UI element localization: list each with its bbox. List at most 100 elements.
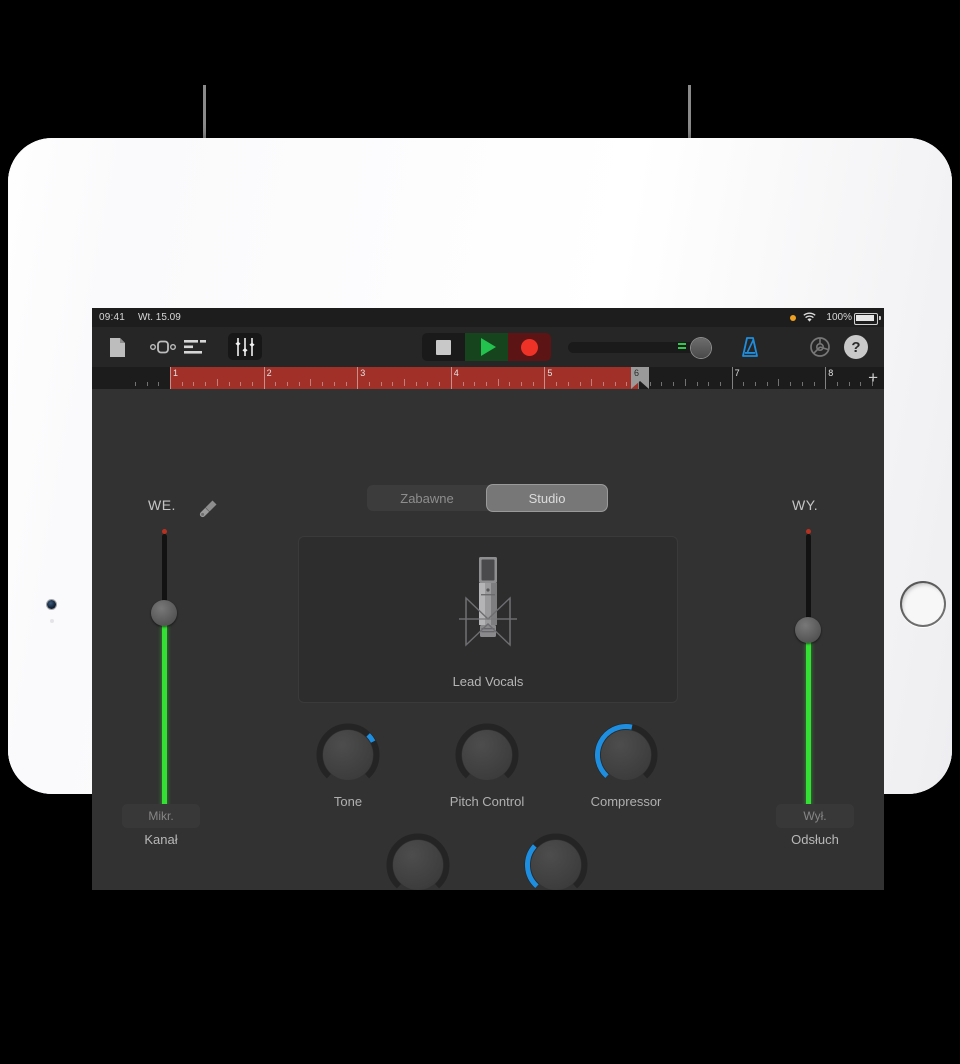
- home-button[interactable]: [900, 581, 946, 627]
- ruler-tick: [485, 382, 487, 386]
- input-caption: Kanał: [144, 832, 178, 847]
- front-camera: [47, 600, 56, 609]
- tab-studio[interactable]: Studio: [487, 485, 607, 511]
- battery-full-icon: [854, 313, 878, 325]
- ruler-bar-line: [731, 367, 733, 389]
- ruler-tick: [462, 382, 464, 386]
- add-track-button[interactable]: +: [868, 369, 878, 387]
- output-label: WY.: [792, 497, 819, 513]
- ruler-tick: [368, 382, 370, 386]
- ruler-tick: [415, 382, 417, 386]
- play-button[interactable]: [465, 333, 508, 361]
- knob-drive[interactable]: Drive: [380, 832, 456, 890]
- ruler-bar-line: [450, 367, 452, 389]
- ruler-bar-line: [263, 367, 265, 389]
- ruler-tick: [626, 382, 628, 386]
- gear-icon[interactable]: [808, 335, 832, 359]
- ruler-bar-line: [544, 367, 546, 389]
- microphone-plug-icon[interactable]: [198, 497, 220, 519]
- record-button[interactable]: [508, 333, 551, 361]
- volume-level-indicator: [678, 343, 686, 352]
- instrument-panel[interactable]: Lead Vocals: [298, 536, 678, 703]
- knob-label: Pitch Control: [449, 794, 525, 809]
- ruler-tick: [345, 382, 347, 386]
- ruler-tick: [719, 382, 721, 386]
- ruler-tick: [790, 382, 792, 386]
- ruler-bar-number: 5: [547, 368, 553, 378]
- ruler-tick: [216, 379, 218, 386]
- ruler-tick: [602, 382, 604, 386]
- ruler-tick: [134, 382, 136, 386]
- ruler-bar-number: 1: [173, 368, 179, 378]
- ruler-tick: [392, 382, 394, 386]
- output-fader-thumb[interactable]: [795, 617, 821, 643]
- ruler-bar-number: 2: [266, 368, 272, 378]
- app-toolbar: ?: [92, 327, 884, 368]
- ruler-bar-line: [825, 367, 827, 389]
- ruler-tick: [755, 382, 756, 386]
- ruler-tick: [848, 382, 850, 386]
- help-button[interactable]: ?: [844, 335, 868, 359]
- master-volume-thumb[interactable]: [691, 338, 711, 358]
- wifi-icon: [803, 312, 816, 322]
- playhead-bar-number: 6: [634, 368, 640, 378]
- input-label: WE.: [148, 497, 176, 513]
- ruler-tick: [228, 382, 230, 386]
- status-time: 09:41: [99, 312, 126, 323]
- ruler-tick: [310, 379, 312, 386]
- ruler-tick: [322, 382, 324, 386]
- ruler-tick: [649, 382, 651, 386]
- tab-zabawne[interactable]: Zabawne: [367, 485, 487, 511]
- ambient-sensor: [50, 619, 54, 623]
- ruler-tick: [298, 382, 300, 386]
- input-source-button[interactable]: Mikr.: [122, 804, 200, 828]
- knob-pitch-control[interactable]: Pitch Control: [449, 722, 525, 809]
- knob-tone[interactable]: Tone: [310, 722, 386, 809]
- play-icon: [480, 338, 496, 356]
- ruler-tick: [661, 382, 663, 386]
- ruler-tick: [813, 382, 815, 386]
- ruler-tick: [146, 382, 148, 386]
- monitor-button[interactable]: Wył.: [776, 804, 854, 828]
- transport-controls: [422, 333, 551, 361]
- ruler-bar-number: 4: [453, 368, 459, 378]
- ruler-tick: [439, 382, 441, 386]
- document-icon[interactable]: [104, 335, 130, 359]
- ruler-tick: [380, 382, 382, 386]
- ruler-tick: [743, 382, 745, 386]
- ruler-tick: [766, 382, 768, 386]
- stop-button[interactable]: [422, 333, 465, 361]
- metronome-icon[interactable]: [738, 335, 762, 359]
- playhead-marker[interactable]: 6: [631, 367, 649, 389]
- ruler-tick: [556, 382, 558, 386]
- ruler-tick: [193, 382, 195, 386]
- status-bar: 09:41 Wt. 15.09 100%: [92, 308, 884, 327]
- ruler-tick: [158, 382, 160, 386]
- ruler-tick: [287, 382, 288, 386]
- ruler-tick: [181, 382, 183, 386]
- preset-tab-group: Zabawne Studio: [367, 485, 607, 511]
- output-caption: Odsłuch: [791, 832, 839, 847]
- output-fader-track[interactable]: [806, 534, 811, 630]
- input-fader-level: [162, 613, 167, 820]
- ruler-tick: [684, 379, 686, 386]
- stop-icon: [436, 339, 451, 355]
- ruler-tick: [614, 382, 616, 386]
- input-fader-thumb[interactable]: [151, 600, 177, 626]
- knob-vocal-hall[interactable]: Vocal Hall: [518, 832, 594, 890]
- track-list-icon[interactable]: [182, 335, 208, 359]
- battery-percent: 100%: [826, 312, 852, 323]
- ruler-tick: [836, 382, 838, 386]
- knob-compressor[interactable]: Compressor: [588, 722, 664, 809]
- ruler-tick: [696, 382, 698, 386]
- ruler-tick: [579, 382, 581, 386]
- timeline-ruler[interactable]: 12345678 6 +: [92, 367, 884, 389]
- knob-label: Tone: [333, 794, 363, 809]
- mixer-sliders-icon[interactable]: [228, 333, 262, 360]
- status-date: Wt. 15.09: [138, 312, 181, 323]
- knob-label: Compressor: [590, 794, 662, 809]
- ruler-tick: [333, 382, 335, 386]
- ruler-tick: [497, 379, 499, 386]
- loop-cycle-icon[interactable]: [150, 335, 176, 359]
- instrument-name: Lead Vocals: [452, 674, 524, 689]
